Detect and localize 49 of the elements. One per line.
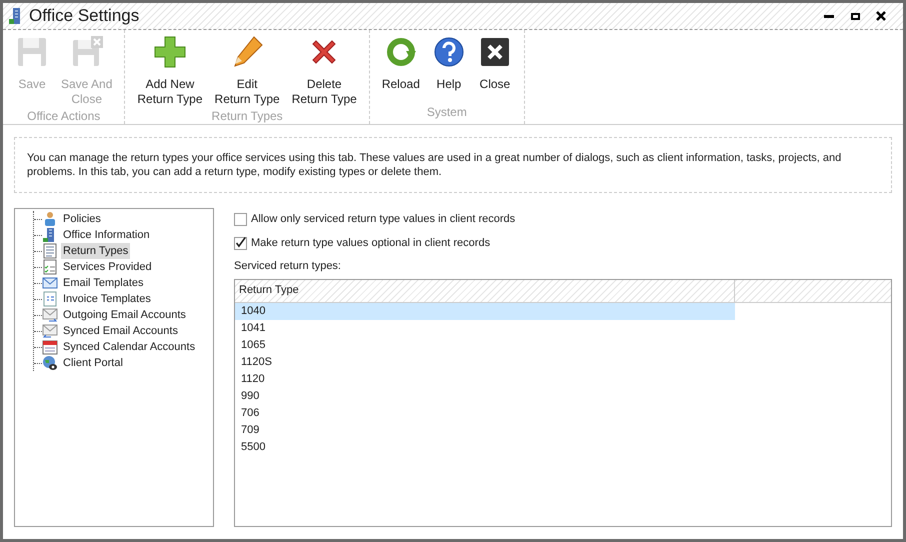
table-row[interactable]: 990 — [235, 388, 735, 404]
document-icon — [42, 243, 58, 259]
tree-item[interactable]: Client Portal — [61, 354, 125, 372]
toolbar-button[interactable]: Reload — [376, 30, 426, 92]
table-row[interactable]: 1040 — [235, 302, 735, 320]
column-header[interactable]: Return Type — [235, 280, 735, 302]
checkbox-label: Make return type values optional in client records — [251, 236, 490, 251]
table-row[interactable]: 5500 — [235, 438, 735, 456]
tree-item[interactable]: Services Provided — [61, 258, 154, 276]
tree-item[interactable]: Office Information — [61, 226, 152, 244]
envelope-icon — [42, 275, 58, 291]
toolbar-button[interactable]: Help — [426, 30, 472, 92]
toolbar-button[interactable]: Add New Return Type — [131, 30, 209, 107]
group-label: Return Types — [210, 108, 284, 125]
group-label: System — [426, 104, 468, 121]
table-row[interactable]: 1041 — [235, 320, 735, 336]
checkbox[interactable] — [234, 236, 247, 250]
tree-item[interactable]: Outgoing Email Accounts — [61, 306, 188, 324]
tree-item[interactable]: Policies — [61, 210, 103, 228]
checkbox[interactable] — [234, 212, 247, 226]
table-row[interactable]: 1120S — [235, 354, 735, 370]
tree-item[interactable]: Synced Email Accounts — [61, 322, 180, 340]
globe-icon — [42, 355, 58, 371]
tree-item[interactable]: Invoice Templates — [61, 290, 153, 308]
checkbox-label: Allow only serviced return type values in client records — [251, 212, 516, 227]
invoice-icon — [42, 291, 58, 307]
calendar-icon — [42, 339, 58, 355]
toolbar-button[interactable]: Delete Return Type — [286, 30, 363, 107]
tree-item[interactable]: Email Templates — [61, 274, 146, 292]
table-row[interactable]: 706 — [235, 404, 735, 422]
toolbar-button[interactable]: Edit Return Type — [208, 30, 286, 107]
close-button[interactable] — [873, 9, 889, 23]
tree-item[interactable]: Return Types — [61, 242, 130, 260]
table-row[interactable]: 709 — [235, 422, 735, 438]
table-row[interactable]: 1065 — [235, 336, 735, 354]
building-icon — [7, 7, 23, 25]
group-label: Office Actions — [26, 108, 102, 125]
envelope-icon — [42, 323, 58, 339]
list-label: Serviced return types: — [234, 259, 342, 274]
description-text: You can manage the return types your office services using this tab. These values are used in a great number of dialogs, such as client information, tasks, projects, and problems. In this tab, you can add a return type, modify existing types or delete them. — [14, 137, 892, 193]
people-icon — [42, 211, 58, 227]
help-icon — [432, 35, 466, 69]
plus-icon — [152, 35, 187, 69]
checklist-icon — [42, 259, 58, 275]
window-title: Office Settings — [29, 5, 140, 28]
tree-item[interactable]: Synced Calendar Accounts — [61, 338, 198, 356]
toolbar-button[interactable]: Close — [472, 30, 518, 92]
envelope-icon — [42, 307, 58, 323]
table-row[interactable]: 1120 — [235, 370, 735, 388]
